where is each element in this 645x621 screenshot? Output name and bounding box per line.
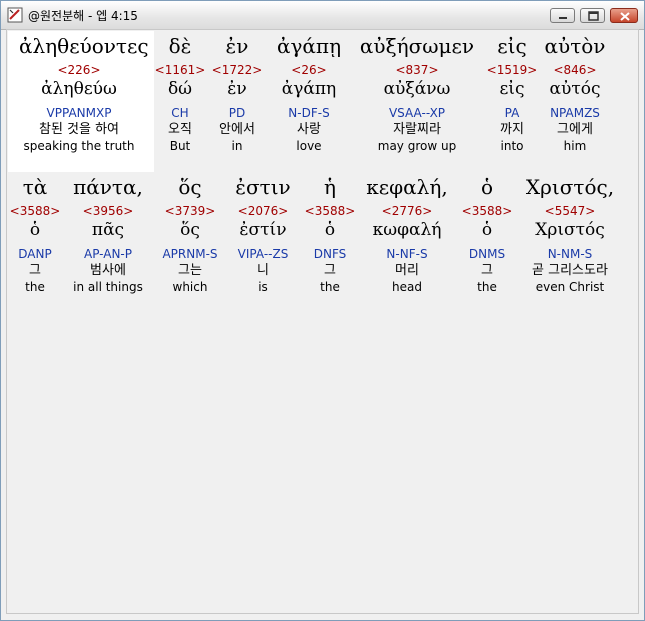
title-bar[interactable]: @원전분해 - 엡 4:15 — [1, 1, 644, 30]
word-strong: <5547> — [544, 204, 596, 218]
close-icon — [620, 12, 630, 21]
word-korean: 곧 그리스도라 — [532, 263, 608, 278]
word-parse: N-DF-S — [288, 106, 330, 120]
word-english: him — [563, 139, 587, 153]
minimize-icon — [559, 17, 567, 19]
word-english: love — [296, 139, 322, 153]
word-strong: <26> — [291, 63, 327, 77]
word-strong: <846> — [553, 63, 597, 77]
word-korean: 그에게 — [557, 122, 593, 137]
word-greek: αὐτὸν — [544, 34, 606, 58]
minimize-button[interactable] — [550, 8, 575, 23]
word-parse: N-NM-S — [547, 247, 593, 261]
app-window: @원전분해 - 엡 4:15 ἀληθεύοντες <226> ἀληθεύω VP… — [0, 0, 645, 621]
word-block[interactable]: αὐτὸν <846> αὐτός NPAMZS 그에게 him — [515, 33, 635, 154]
word-korean: 사랑 — [297, 122, 321, 137]
interlinear-panel: ἀληθεύοντες <226> ἀληθεύω VPPANMXP 참된 것을 하여 s… — [6, 29, 639, 614]
maximize-button[interactable] — [580, 8, 605, 23]
word-lemma: Χριστός — [535, 220, 605, 240]
word-block[interactable]: Χριστός, <5547> Χριστός N-NM-S 곧 그리스도라 even C… — [510, 174, 630, 295]
word-greek: ἀγάπῃ — [276, 34, 342, 58]
word-lemma: αὐτός — [549, 79, 601, 99]
word-parse: NPAMZS — [550, 106, 600, 120]
window-title: @원전분해 - 엡 4:15 — [28, 9, 138, 23]
maximize-icon — [588, 11, 599, 21]
app-icon[interactable] — [7, 7, 23, 23]
word-lemma: ἀγάπη — [281, 79, 337, 99]
close-button[interactable] — [610, 8, 638, 23]
word-english: even Christ — [535, 280, 605, 294]
word-block[interactable]: ἀγάπῃ <26> ἀγάπη N-DF-S 사랑 love — [249, 33, 369, 154]
word-greek: Χριστός, — [525, 175, 615, 199]
